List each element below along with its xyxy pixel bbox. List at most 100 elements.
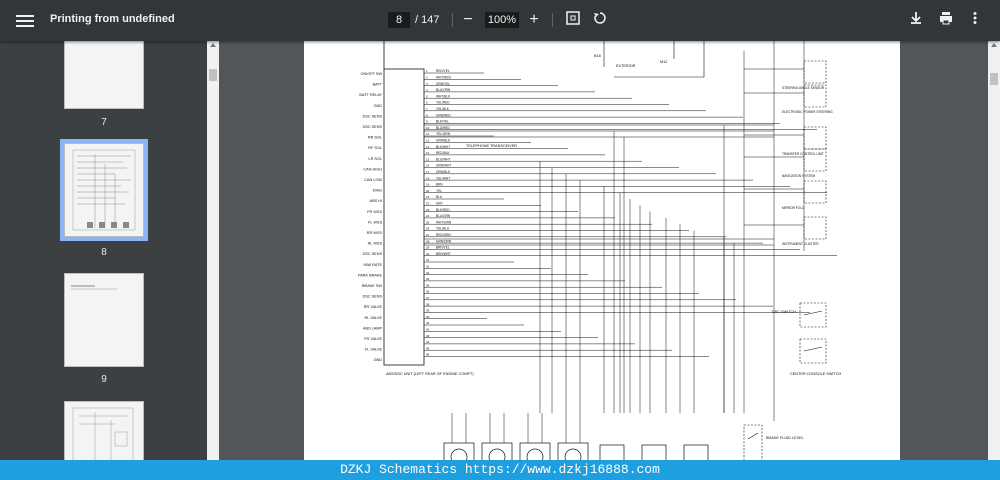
thumbnail-text-preview xyxy=(71,285,117,290)
page-number-input[interactable] xyxy=(388,12,410,28)
svg-text:15: 15 xyxy=(426,157,430,161)
wire-color-label: GRN/BLK xyxy=(436,139,451,143)
svg-text:4: 4 xyxy=(426,88,428,92)
component-label: MIRROR FOLD xyxy=(782,206,805,210)
module-location-note: ABS/DSC UNIT (LEFT REAR OF ENGINE COMPT) xyxy=(386,372,474,376)
svg-text:37: 37 xyxy=(426,296,430,300)
scroll-up-arrow-icon[interactable] xyxy=(991,43,997,47)
wire-color-label: RED/BLK xyxy=(436,151,451,155)
component-label: TRANSFER CONTROL UNIT xyxy=(782,152,824,156)
svg-text:36: 36 xyxy=(426,290,430,294)
rotate-button[interactable] xyxy=(590,10,610,30)
module-pin-label: FL WSS xyxy=(368,220,382,224)
zoom-out-button[interactable]: − xyxy=(458,10,478,30)
svg-text:46: 46 xyxy=(426,353,430,357)
more-options-button[interactable] xyxy=(965,10,985,30)
component-label: ELECTRONIC POWER STEERING xyxy=(782,110,833,114)
sensor-icon xyxy=(526,448,544,460)
svg-text:29: 29 xyxy=(426,246,430,250)
fit-page-icon xyxy=(566,11,580,25)
svg-text:14: 14 xyxy=(426,151,430,155)
print-button[interactable] xyxy=(936,10,956,30)
wire-color-label: BLU/GRN xyxy=(436,214,451,218)
print-icon xyxy=(940,12,952,25)
watermark-banner: DZKJ Schematics https://www.dzkj16888.co… xyxy=(0,460,1000,480)
sensor-icon xyxy=(564,448,582,460)
svg-text:42: 42 xyxy=(426,328,430,332)
wire-color-label: BLU/RED xyxy=(436,126,451,130)
viewer-scroll-thumb[interactable] xyxy=(990,73,998,85)
console-switch-label: CENTER CONSOLE SWITCH xyxy=(790,372,842,376)
module-pin-labels: ON/OFF SW BATT BATT RELAY GND DSC SENS DSC SE… xyxy=(358,72,383,362)
wire-color-label: GRY xyxy=(436,202,444,206)
module-pin-label: DSC SENS xyxy=(363,114,383,118)
viewer-scrollbar[interactable] xyxy=(988,41,1000,460)
valve-connector xyxy=(641,444,667,460)
sidebar-scrollbar[interactable] xyxy=(207,41,219,460)
module-pin-label: FL VALVE xyxy=(365,348,382,352)
thumbnail-schematic-preview xyxy=(72,407,134,460)
svg-text:20: 20 xyxy=(426,189,430,193)
wire-color-label: GRN/WHT xyxy=(436,164,451,168)
component-box xyxy=(803,216,827,240)
download-button[interactable] xyxy=(906,10,926,30)
menu-icon[interactable] xyxy=(16,12,34,28)
wire-color-label: YEL/WHT xyxy=(436,176,450,180)
svg-text:28: 28 xyxy=(426,239,430,243)
module-pin-label: BATT RELAY xyxy=(359,93,382,97)
module-pin-label: ABS LAMP xyxy=(363,326,382,330)
wire-color-label: BLK/RED xyxy=(436,208,450,212)
svg-text:35: 35 xyxy=(426,283,430,287)
svg-text:38: 38 xyxy=(426,302,430,306)
svg-text:23: 23 xyxy=(426,208,430,212)
wire-color-label: GRN/RED xyxy=(436,113,451,117)
svg-text:6: 6 xyxy=(426,101,428,105)
thumbnail-image xyxy=(60,139,148,241)
svg-text:7: 7 xyxy=(426,107,428,111)
valve-connector xyxy=(599,444,625,460)
thumbnail-schematic-preview xyxy=(72,149,136,231)
sensor-connector xyxy=(443,442,475,460)
thumbnail-label: 9 xyxy=(101,374,107,385)
top-connector-label: M12 xyxy=(660,60,667,64)
wire-color-label: GRN/YEL xyxy=(436,82,450,86)
module-pin-label: BRAKE SW xyxy=(362,284,382,288)
module-pin-label: ABS HI xyxy=(370,199,382,203)
wire-color-label: RED/YEL xyxy=(436,69,450,73)
module-pin-label: RF SOL xyxy=(368,146,382,150)
zoom-input[interactable] xyxy=(485,12,519,28)
toolbar-divider xyxy=(452,13,453,27)
module-pin-label: GND xyxy=(374,358,383,362)
document-title: Printing from undefined xyxy=(50,13,175,25)
wire-color-label: BLU/WHT xyxy=(436,157,450,161)
wire-color-label: GRN/ORN xyxy=(436,239,452,243)
module-pin-label: YAW RATE xyxy=(363,263,383,267)
wire-color-label: WHT/BLK xyxy=(436,94,451,98)
svg-text:17: 17 xyxy=(426,170,430,174)
module-pin-label: CAN LOW xyxy=(364,178,382,182)
sensor-icon xyxy=(450,448,468,460)
svg-text:39: 39 xyxy=(426,309,430,313)
svg-text:41: 41 xyxy=(426,321,430,325)
svg-text:13: 13 xyxy=(426,145,430,149)
zoom-in-button[interactable]: + xyxy=(524,10,544,30)
svg-text:33: 33 xyxy=(426,271,430,275)
svg-text:11: 11 xyxy=(426,132,429,136)
module-pin-label: CAN HIGH xyxy=(363,167,382,171)
fit-page-button[interactable] xyxy=(563,10,583,30)
wire-color-label: BRN xyxy=(436,183,443,187)
scroll-up-arrow-icon[interactable] xyxy=(210,43,216,47)
thumbnail-sidebar: 7 8 9 xyxy=(0,41,207,460)
thumbnail-image xyxy=(64,401,144,460)
wire-color-label: YEL/GRN xyxy=(436,132,451,136)
svg-text:31: 31 xyxy=(426,258,430,262)
wire-color-label: BRN/YEL xyxy=(436,246,450,250)
sidebar-scroll-thumb[interactable] xyxy=(209,69,217,81)
thumbnail-label: 7 xyxy=(101,117,107,128)
module-pin-label: DIAG xyxy=(373,189,382,193)
svg-text:10: 10 xyxy=(426,126,430,130)
wire-color-label: BLK/YEL xyxy=(436,120,449,124)
module-pin-label: DSC SENS xyxy=(363,252,383,256)
dsc-switch-label: DSC SWITCH xyxy=(772,310,796,314)
svg-text:32: 32 xyxy=(426,265,430,269)
